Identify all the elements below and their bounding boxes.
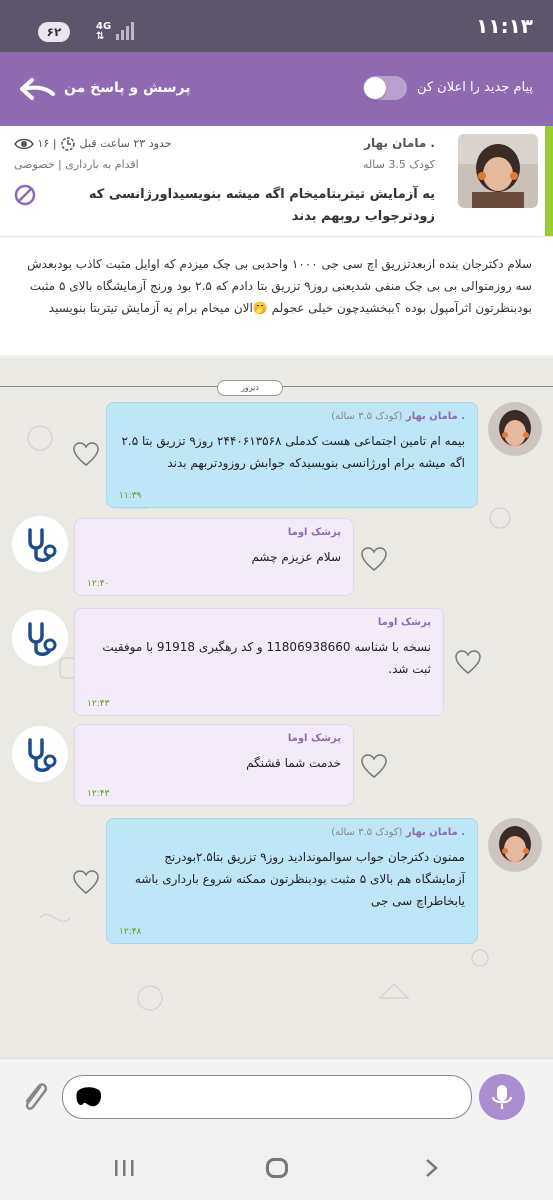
message-composer [0, 1058, 553, 1137]
stethoscope-icon [12, 516, 68, 572]
clock-icon [61, 137, 75, 151]
signal-icon [116, 22, 136, 40]
notify-toggle[interactable] [363, 76, 407, 100]
question-body: سلام دکترجان بنده ازبعدتزریق اچ سی جی ۱۰… [0, 236, 553, 355]
heart-icon[interactable] [360, 547, 388, 573]
battery-indicator: ۶۲ [38, 22, 70, 42]
message-sender: . مامان بهار [405, 827, 465, 838]
heart-icon[interactable] [72, 442, 100, 468]
chat-message[interactable]: . مامان بهار (کودک ۳.۵ ساله) بیمه ام تام… [106, 402, 478, 508]
notify-label: پیام جدید را اعلان کن [416, 80, 533, 95]
system-nav-bar [0, 1136, 553, 1200]
message-sender-sub: (کودک ۳.۵ ساله) [331, 411, 403, 422]
mic-icon [491, 1085, 513, 1109]
date-divider: دیروز [217, 380, 283, 396]
message-text: نسخه با شناسه 11806938660 و کد رهگیری 91… [102, 640, 431, 676]
heart-icon[interactable] [360, 754, 388, 780]
user-avatar [458, 134, 538, 208]
message-sender: پزشک اوما [377, 617, 431, 628]
app-header: پرسش و پاسخ من پیام جدید را اعلان کن [0, 52, 553, 126]
time-ago: حدود ۲۳ ساعت قبل [79, 137, 172, 150]
eye-icon [14, 138, 34, 150]
paperclip-icon[interactable] [20, 1079, 50, 1115]
question-author-age: کودک 3.5 ساله [363, 158, 435, 171]
question-meta: حدود ۲۳ ساعت قبل | ۱۶ [14, 136, 172, 152]
message-sender: پزشک اوما [287, 733, 341, 744]
message-text: بیمه ام تامین اجتماعی هست کدملی ۲۴۴۰۶۱۳۵… [121, 434, 465, 470]
question-text: سلام دکترجان بنده ازبعدتزریق اچ سی جی ۱۰… [27, 257, 532, 315]
home-icon[interactable] [266, 1158, 288, 1178]
back-arrow-icon[interactable] [18, 76, 56, 102]
message-time: ۱۲:۴۰ [87, 579, 110, 589]
status-time: ۱۱:۱۳ [476, 14, 533, 38]
chat-area[interactable]: دیروز . مامان بهار (کودک ۳.۵ ساله) بیمه … [0, 358, 553, 1058]
view-count: ۱۶ [37, 137, 50, 150]
block-icon[interactable] [14, 184, 36, 206]
heart-icon[interactable] [72, 870, 100, 896]
status-bar: ۶۲ 4G ⇅ ۱۱:۱۳ [0, 0, 553, 52]
question-title: یه آزمایش تیتربتامیخام اگه میشه بنویسیدا… [88, 187, 435, 224]
stethoscope-icon [12, 610, 68, 666]
message-sender-sub: (کودک ۳.۵ ساله) [331, 827, 403, 838]
user-avatar [488, 818, 542, 872]
question-card: . مامان بهار کودک 3.5 ساله حدود ۲۳ ساعت … [0, 126, 553, 236]
page-title: پرسش و پاسخ من [64, 80, 191, 96]
message-time: ۱۲:۴۳ [87, 699, 110, 709]
message-text: ممنون دکترجان جواب سوالمونداديد روز۹ تزر… [134, 850, 465, 908]
question-tags: اقدام به بارداری | خصوصی [14, 158, 139, 171]
recent-apps-icon[interactable] [113, 1159, 135, 1177]
message-text: سلام عزیزم چشم [251, 550, 341, 564]
heart-icon[interactable] [454, 650, 482, 676]
message-time: ۱۱:۳۹ [119, 491, 142, 501]
chat-message[interactable]: . مامان بهار (کودک ۳.۵ ساله) ممنون دکترج… [106, 818, 478, 944]
message-input[interactable] [62, 1075, 472, 1119]
message-sender: پزشک اوما [287, 527, 341, 538]
mic-button[interactable] [479, 1074, 525, 1120]
back-icon[interactable] [424, 1158, 440, 1178]
chat-message[interactable]: پزشک اوما نسخه با شناسه 11806938660 و کد… [74, 608, 444, 716]
stethoscope-icon [12, 726, 68, 782]
question-author: . مامان بهار [364, 136, 435, 150]
message-text: خدمت شما قشنگم [246, 756, 341, 770]
chat-message[interactable]: پزشک اوما سلام عزیزم چشم ۱۲:۴۰ [74, 518, 354, 596]
redaction-mark [76, 1087, 102, 1107]
toggle-knob [364, 77, 386, 99]
network-indicator: 4G ⇅ [96, 21, 112, 42]
message-time: ۱۲:۴۳ [87, 789, 110, 799]
chat-message[interactable]: پزشک اوما خدمت شما قشنگم ۱۲:۴۳ [74, 724, 354, 806]
message-time: ۱۲:۴۸ [119, 927, 142, 937]
user-avatar [488, 402, 542, 456]
message-sender: . مامان بهار [405, 411, 465, 422]
